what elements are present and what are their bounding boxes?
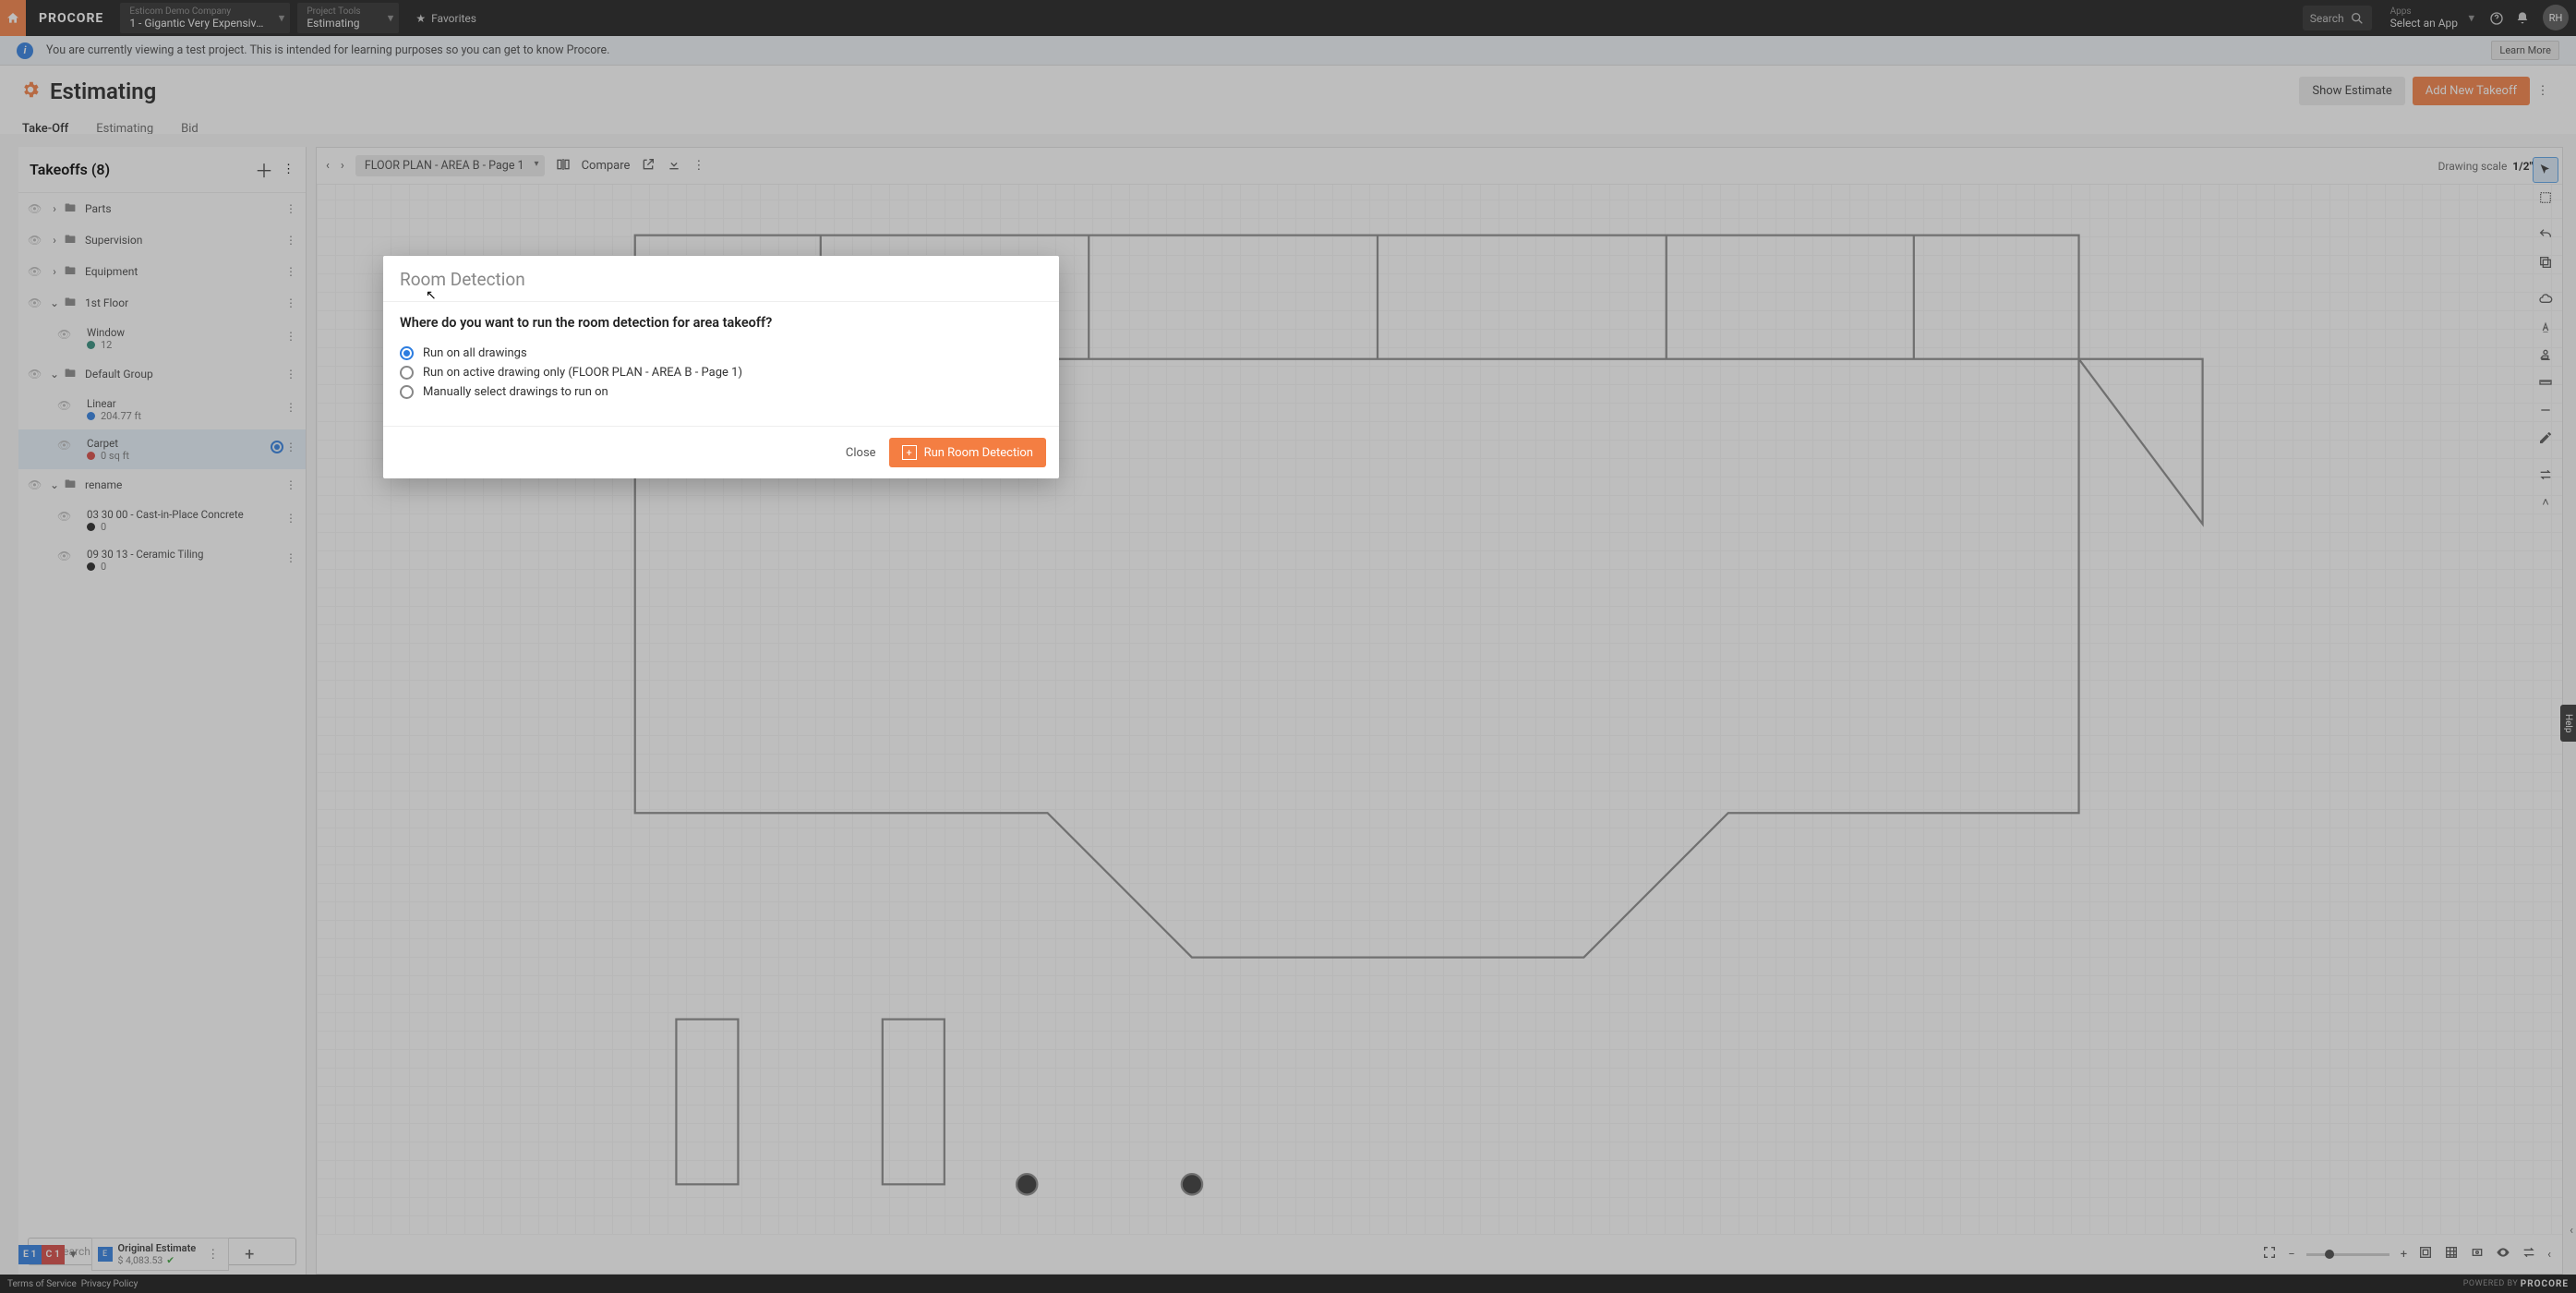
modal-question: Where do you want to run the room detect… [400,315,1042,331]
radio-manual[interactable]: Manually select drawings to run on [400,382,1042,402]
room-detection-modal: Room Detection Where do you want to run … [383,256,1059,478]
run-icon [902,445,917,460]
radio-icon [400,385,414,399]
radio-icon [400,346,414,360]
radio-run-all[interactable]: Run on all drawings [400,344,1042,363]
radio-icon [400,366,414,380]
cursor-icon: ↖ [426,288,437,303]
modal-title: Room Detection [400,269,1042,290]
radio-run-active[interactable]: Run on active drawing only (FLOOR PLAN -… [400,363,1042,382]
modal-scrim[interactable] [0,0,2576,1293]
run-room-detection-button[interactable]: Run Room Detection [889,438,1046,467]
close-button[interactable]: Close [846,446,876,460]
